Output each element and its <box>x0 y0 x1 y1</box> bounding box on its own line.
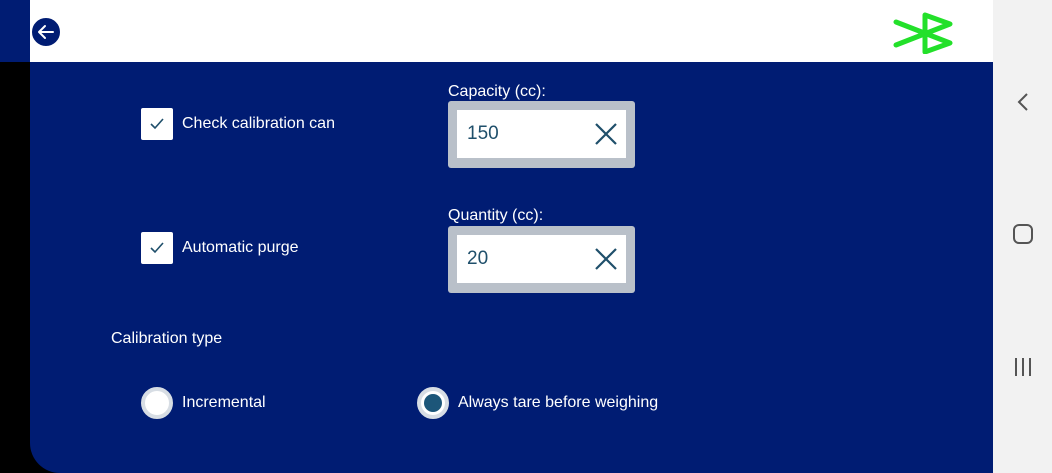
close-icon <box>595 123 617 145</box>
nav-back-button[interactable] <box>1003 82 1043 122</box>
capacity-clear-button[interactable] <box>586 114 626 154</box>
calibration-type-label: Calibration type <box>111 330 223 347</box>
chevron-left-icon <box>1017 93 1028 111</box>
quantity-input[interactable]: 20 <box>457 235 626 283</box>
always-tare-radio[interactable] <box>417 387 449 419</box>
system-nav-bar <box>993 0 1052 473</box>
recents-icon <box>1015 358 1031 376</box>
quantity-field: 20 <box>448 226 635 293</box>
close-icon <box>595 248 617 270</box>
back-area <box>0 0 30 62</box>
incremental-radio[interactable] <box>141 387 173 419</box>
checkmark-icon <box>150 242 164 254</box>
check-calibration-can-checkbox[interactable] <box>141 108 173 140</box>
quantity-label: Quantity (cc): <box>448 207 544 224</box>
capacity-label: Capacity (cc): <box>448 83 546 100</box>
quantity-clear-button[interactable] <box>586 239 626 279</box>
capacity-field: 150 <box>448 101 635 168</box>
automatic-purge-row[interactable]: Automatic purge <box>111 232 299 264</box>
top-bar <box>30 0 993 62</box>
capacity-input[interactable]: 150 <box>457 110 626 158</box>
incremental-label: Incremental <box>182 394 266 411</box>
quantity-value[interactable]: 20 <box>467 248 586 270</box>
capacity-value[interactable]: 150 <box>467 123 586 145</box>
home-icon <box>1013 224 1033 244</box>
always-tare-option[interactable]: Always tare before weighing <box>417 387 658 419</box>
radio-selected-dot <box>424 394 442 412</box>
check-calibration-can-row[interactable]: Check calibration can <box>111 108 335 140</box>
automatic-purge-label: Automatic purge <box>182 239 299 256</box>
checkmark-icon <box>150 118 164 130</box>
bluetooth-icon[interactable] <box>892 12 954 59</box>
nav-home-button[interactable] <box>1003 214 1043 254</box>
always-tare-label: Always tare before weighing <box>458 394 659 411</box>
check-calibration-can-label: Check calibration can <box>182 115 335 132</box>
incremental-option[interactable]: Incremental <box>141 387 266 419</box>
back-arrow-icon <box>38 25 54 39</box>
back-button[interactable] <box>30 16 62 48</box>
nav-recents-button[interactable] <box>1003 347 1043 387</box>
automatic-purge-checkbox[interactable] <box>141 232 173 264</box>
